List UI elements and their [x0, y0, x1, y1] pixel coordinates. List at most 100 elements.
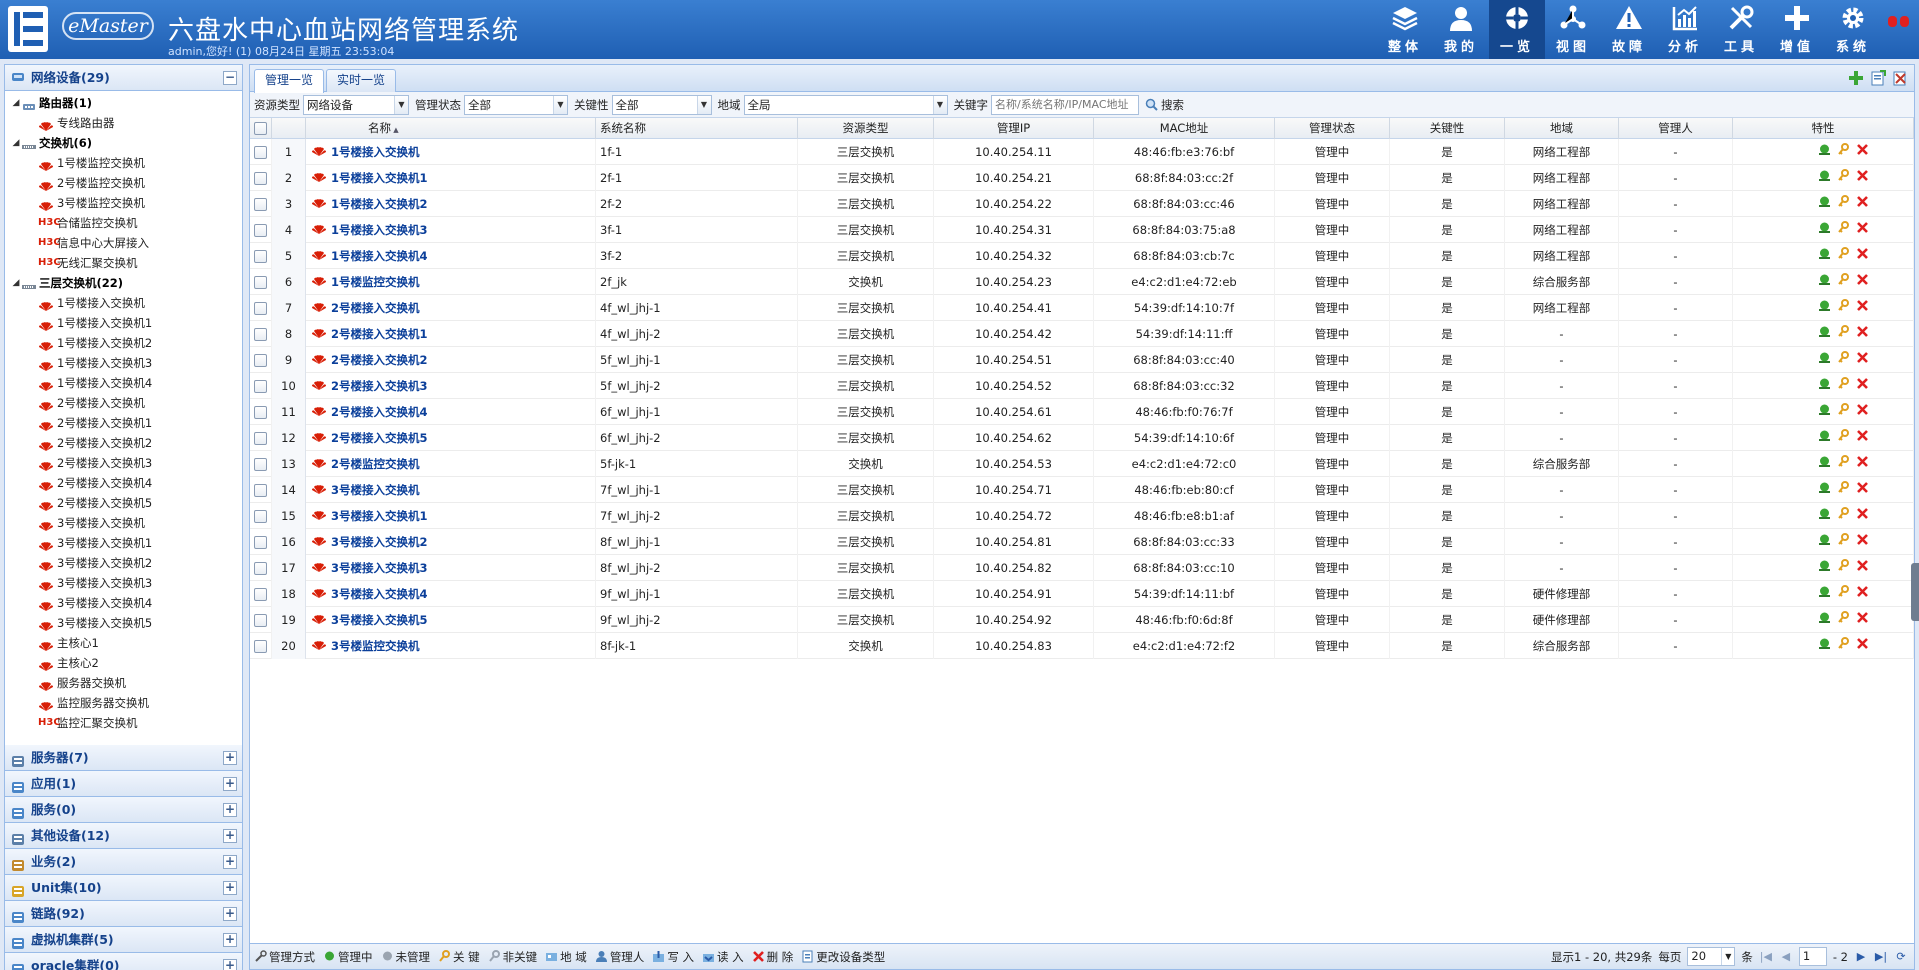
keyword-input[interactable]	[991, 94, 1139, 115]
delete-icon[interactable]	[1856, 295, 1869, 321]
monitor-icon[interactable]	[1818, 399, 1831, 425]
nav-tools[interactable]: 工具	[1713, 0, 1769, 59]
device-name-link[interactable]: 1号楼接入交换机2	[306, 191, 596, 217]
tree-group[interactable]: ◢ 交换机(6)	[5, 133, 242, 153]
tree-item[interactable]: 3号楼接入交换机5	[5, 613, 242, 633]
delete-icon[interactable]	[1856, 165, 1869, 191]
monitor-icon[interactable]	[1818, 581, 1831, 607]
last-page-icon[interactable]: ▶|	[1874, 950, 1888, 963]
tree-item[interactable]: 2号楼接入交换机3	[5, 453, 242, 473]
key-icon[interactable]	[1837, 477, 1850, 503]
monitor-icon[interactable]	[1818, 529, 1831, 555]
add-icon[interactable]	[1848, 70, 1864, 86]
column-header[interactable]: 资源类型	[798, 118, 934, 139]
delete-icon[interactable]	[1856, 581, 1869, 607]
row-checkbox[interactable]	[254, 146, 267, 159]
mgmt-state-select[interactable]: 全部 ▼	[464, 94, 568, 115]
table-row[interactable]: 3 1号楼接入交换机2 2f-2 三层交换机 10.40.254.22 68:8f:84:…	[250, 191, 1914, 217]
row-checkbox[interactable]	[254, 328, 267, 341]
toolbar-button-manager[interactable]: 管理人	[595, 949, 644, 965]
monitor-icon[interactable]	[1818, 347, 1831, 373]
row-checkbox[interactable]	[254, 406, 267, 419]
column-header[interactable]: MAC地址	[1094, 118, 1275, 139]
row-checkbox[interactable]	[254, 562, 267, 575]
table-row[interactable]: 1 1号楼接入交换机 1f-1 三层交换机 10.40.254.11 48:46:fb:e…	[250, 139, 1914, 165]
column-header[interactable]: 关键性	[1390, 118, 1505, 139]
tree-item[interactable]: 3号楼接入交换机3	[5, 573, 242, 593]
key-icon[interactable]	[1837, 165, 1850, 191]
monitor-icon[interactable]	[1818, 503, 1831, 529]
device-name-link[interactable]: 3号楼接入交换机5	[306, 607, 596, 633]
delete-icon[interactable]	[1856, 321, 1869, 347]
region-select[interactable]: 全局 ▼	[743, 94, 948, 115]
column-header[interactable]: 特性	[1733, 118, 1914, 139]
toolbar-button-read[interactable]: 读 入	[702, 949, 744, 965]
tree-item[interactable]: 2号楼监控交换机	[5, 173, 242, 193]
tree-item[interactable]: 1号楼接入交换机	[5, 293, 242, 313]
expand-icon[interactable]: +	[223, 777, 237, 791]
nav-overview[interactable]: 一览	[1489, 0, 1545, 59]
row-checkbox[interactable]	[254, 458, 267, 471]
nav-system[interactable]: 系统	[1825, 0, 1881, 59]
key-icon[interactable]	[1837, 503, 1850, 529]
tree-item[interactable]: 2号楼接入交换机	[5, 393, 242, 413]
device-name-link[interactable]: 3号楼接入交换机4	[306, 581, 596, 607]
toolbar-button-region[interactable]: 地 域	[545, 949, 587, 965]
key-icon[interactable]	[1837, 581, 1850, 607]
delete-icon[interactable]	[1856, 243, 1869, 269]
section-link[interactable]: 链路(92) +	[5, 901, 242, 927]
key-icon[interactable]	[1837, 295, 1850, 321]
table-row[interactable]: 20 3号楼监控交换机 8f-jk-1 交换机 10.40.254.83 e4:c2:d1…	[250, 633, 1914, 659]
monitor-icon[interactable]	[1818, 633, 1831, 659]
expand-icon[interactable]: +	[223, 907, 237, 921]
monitor-icon[interactable]	[1818, 373, 1831, 399]
expand-icon[interactable]: +	[223, 829, 237, 843]
toolbar-button-nonkey[interactable]: 非关键	[488, 949, 537, 965]
device-name-link[interactable]: 2号楼接入交换机	[306, 295, 596, 321]
key-icon[interactable]	[1837, 529, 1850, 555]
table-row[interactable]: 2 1号楼接入交换机1 2f-1 三层交换机 10.40.254.21 68:8f:84:…	[250, 165, 1914, 191]
device-name-link[interactable]: 2号楼接入交换机5	[306, 425, 596, 451]
row-checkbox[interactable]	[254, 276, 267, 289]
delete-icon[interactable]	[1856, 399, 1869, 425]
delete-icon[interactable]	[1856, 503, 1869, 529]
row-checkbox[interactable]	[254, 250, 267, 263]
expand-icon[interactable]: +	[223, 881, 237, 895]
per-page-select[interactable]: 20 ▼	[1687, 947, 1736, 966]
delete-icon[interactable]	[1856, 477, 1869, 503]
refresh-icon[interactable]: ⟳	[1894, 950, 1908, 963]
key-icon[interactable]	[1837, 321, 1850, 347]
section-unit[interactable]: Unit集(10) +	[5, 875, 242, 901]
section-business[interactable]: 业务(2) +	[5, 849, 242, 875]
tree-item[interactable]: 1号楼接入交换机3	[5, 353, 242, 373]
nav-analysis[interactable]: 分析	[1657, 0, 1713, 59]
delete-icon[interactable]	[1856, 425, 1869, 451]
tree-item[interactable]: 专线路由器	[5, 113, 242, 133]
row-checkbox[interactable]	[254, 588, 267, 601]
table-row[interactable]: 10 2号楼接入交换机3 5f_wl_jhj-2 三层交换机 10.40.254.52 6…	[250, 373, 1914, 399]
section-app[interactable]: 应用(1) +	[5, 771, 242, 797]
tree-item[interactable]: 1号楼接入交换机2	[5, 333, 242, 353]
toolbar-button-delete[interactable]: 删 除	[752, 949, 793, 965]
tree-item[interactable]: 2号楼接入交换机5	[5, 493, 242, 513]
nav-fault[interactable]: 故障	[1601, 0, 1657, 59]
tree-item[interactable]: 主核心1	[5, 633, 242, 653]
toolbar-button-key[interactable]: 关 键	[438, 949, 480, 965]
row-checkbox[interactable]	[254, 224, 267, 237]
table-row[interactable]: 5 1号楼接入交换机4 3f-2 三层交换机 10.40.254.32 68:8f:84:…	[250, 243, 1914, 269]
delete-icon[interactable]	[1856, 529, 1869, 555]
device-name-link[interactable]: 3号楼接入交换机3	[306, 555, 596, 581]
expand-icon[interactable]: +	[223, 803, 237, 817]
row-checkbox[interactable]	[254, 510, 267, 523]
key-icon[interactable]	[1837, 191, 1850, 217]
table-row[interactable]: 14 3号楼接入交换机 7f_wl_jhj-1 三层交换机 10.40.254.71 48…	[250, 477, 1914, 503]
expand-icon[interactable]: +	[223, 751, 237, 765]
tab-management-overview[interactable]: 管理一览	[254, 69, 325, 93]
delete-icon[interactable]	[1856, 607, 1869, 633]
device-name-link[interactable]: 1号楼接入交换机1	[306, 165, 596, 191]
delete-icon[interactable]	[1856, 451, 1869, 477]
table-row[interactable]: 6 1号楼监控交换机 2f_jk 交换机 10.40.254.23 e4:c2:d1:e4…	[250, 269, 1914, 295]
section-vm-cluster[interactable]: 虚拟机集群(5) +	[5, 927, 242, 953]
tree-group[interactable]: ◢ 路由器(1)	[5, 93, 242, 113]
row-checkbox[interactable]	[254, 354, 267, 367]
